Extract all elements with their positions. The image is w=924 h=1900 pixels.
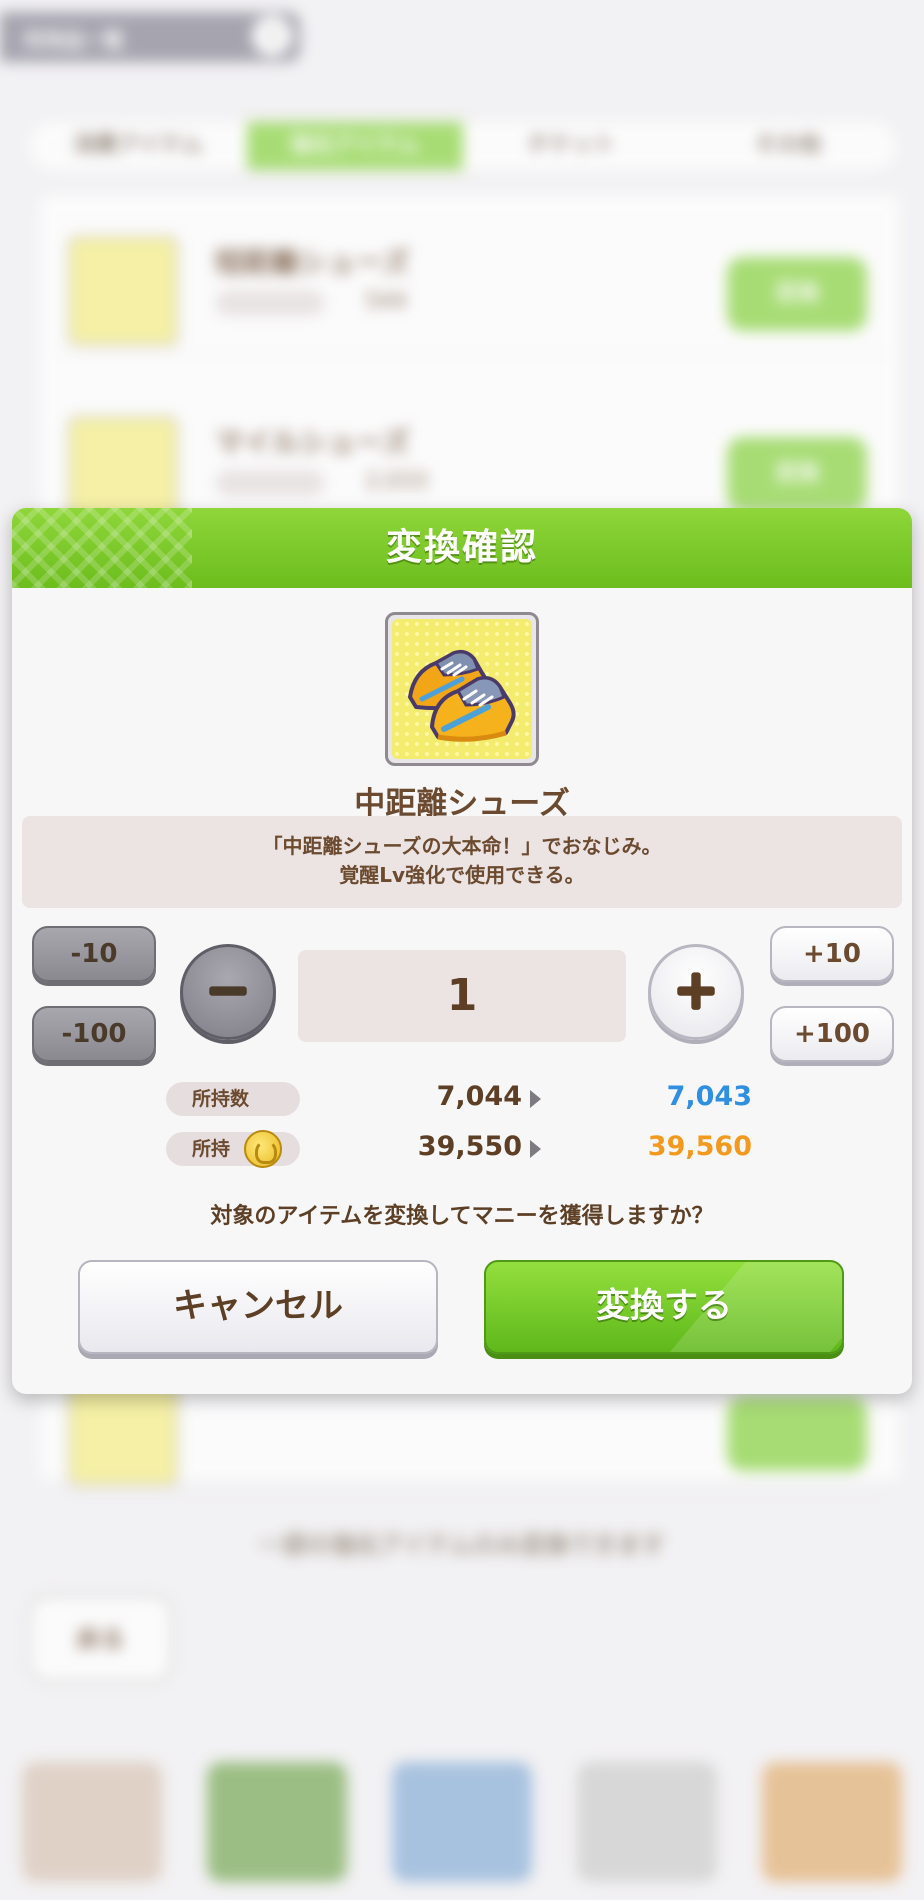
money-current: 39,550 [417,1131,522,1162]
item-thumbnail [67,235,179,347]
convert-confirm-button[interactable]: 変換する [484,1260,844,1354]
increment-button[interactable] [648,944,744,1040]
money-after: 39,560 [647,1131,752,1162]
description-line: 覚醒Lv強化で使用できる。 [339,863,585,887]
plus-100-button[interactable]: +100 [770,1006,894,1062]
description-line: 「中距離シューズの大本命！」でおなじみ。 [262,834,662,858]
nav-item [391,1762,532,1882]
convert-button: 変換 [727,257,867,331]
item-icon-frame [385,612,539,766]
owned-after: 7,043 [666,1081,752,1112]
minus-10-button[interactable]: -10 [32,926,156,982]
triangle-right-icon [530,1140,541,1158]
quantity-display: 1 [298,950,626,1042]
triangle-right-icon [530,1090,541,1108]
item-name: マイルシューズ [215,426,410,459]
minus-icon [209,986,247,996]
minus-100-button[interactable]: -100 [32,1006,156,1062]
dialog-header: 変換確認 [12,508,912,588]
convert-button [727,1397,867,1471]
nav-item [761,1762,902,1882]
convert-note: 一部の強化アイテムのみ変換できます [259,1531,665,1559]
nav-item [576,1762,717,1882]
nav-item [207,1762,348,1882]
decrement-button[interactable] [180,944,276,1040]
item-description: 「中距離シューズの大本命！」でおなじみ。 覚醒Lv強化で使用できる。 [22,816,902,908]
plus-icon [677,972,715,1010]
item-count: 544 [365,289,407,314]
owned-current: 7,044 [436,1081,522,1112]
shoes-icon [392,619,532,759]
owned-badge [215,290,325,316]
item-count: 2,033 [365,469,428,494]
tab-enhance: 強化アイテム [246,122,463,170]
tab-other: その他 [754,133,821,158]
tab-ticket: チケット [527,133,616,158]
convert-confirm-dialog: 変換確認 中距離シューズ 「中距離シューズの大本命！」でおなじみ。 覚醒Lv強化… [12,508,912,1394]
coin-icon [244,1130,282,1168]
convert-confirm-label: 変換する [596,1286,732,1326]
cancel-button[interactable]: キャンセル [78,1260,438,1354]
item-name: 短距離シューズ [215,246,410,279]
tab-consumable: 消費アイテム [73,133,204,158]
owned-badge [215,470,325,496]
category-tabs: 消費アイテム 強化アイテム チケット その他 [30,122,896,170]
inventory-header-count: 1 [252,16,292,56]
dialog-title: 変換確認 [385,527,538,568]
confirm-question: 対象のアイテムを変換してマニーを獲得しますか？ [210,1204,714,1229]
list-item: 短距離シューズ 544 変換 [55,215,890,355]
nav-item [22,1762,163,1882]
plus-10-button[interactable]: +10 [770,926,894,982]
bottom-nav [0,1730,924,1900]
convert-button: 変換 [727,437,867,511]
back-button: 戻る [28,1595,173,1683]
owned-count-label: 所持数 [166,1082,300,1116]
